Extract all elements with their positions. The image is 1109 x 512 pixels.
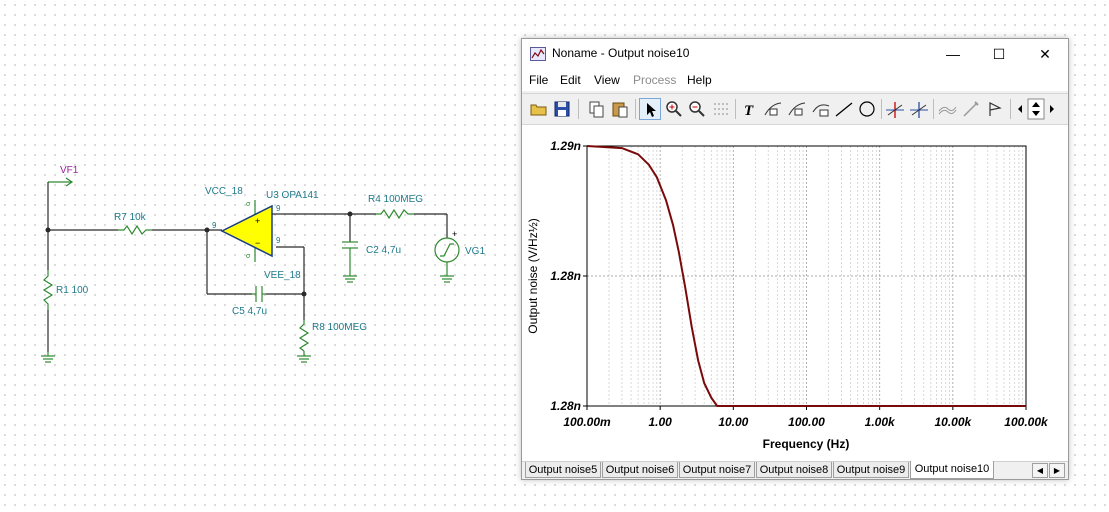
line-tool-icon[interactable] bbox=[833, 98, 855, 120]
x-tick-label: 100.00m bbox=[563, 415, 611, 429]
paste-icon[interactable] bbox=[609, 98, 631, 120]
grid-layer bbox=[587, 146, 1026, 406]
c5-label: C5 4,7u bbox=[232, 306, 267, 317]
noise-chart[interactable]: 100.00m 1.00 10.00 100.00 1.00k 10.00k 100.00k… bbox=[522, 125, 1068, 461]
menu-help[interactable]: Help bbox=[687, 73, 712, 87]
chart-area[interactable]: 100.00m 1.00 10.00 100.00 1.00k 10.00k 100.00k… bbox=[522, 125, 1068, 461]
menu-file[interactable]: File bbox=[529, 73, 548, 87]
pin-label-b: 9 bbox=[276, 204, 281, 213]
window-title: Noname - Output noise10 bbox=[552, 46, 690, 60]
tab-output-noise7[interactable]: Output noise7 bbox=[679, 462, 755, 478]
x-tick-label: 10.00k bbox=[934, 415, 972, 429]
scroll-updown-icon[interactable] bbox=[1027, 98, 1045, 120]
r7-label: R7 10k bbox=[114, 212, 147, 223]
vf1-probe[interactable]: VF1 bbox=[48, 165, 79, 187]
tab-bar: Output noise5 Output noise6 Output noise… bbox=[522, 461, 1068, 479]
x-axis-label: Frequency (Hz) bbox=[763, 437, 850, 451]
r8-resistor[interactable]: R8 100MEG bbox=[298, 320, 367, 356]
cursor-a-icon[interactable] bbox=[884, 98, 906, 120]
open-icon[interactable] bbox=[528, 98, 550, 120]
y-tick-label: 1.29n bbox=[550, 139, 581, 153]
flag-icon[interactable] bbox=[984, 98, 1006, 120]
maximize-button[interactable]: ☐ bbox=[976, 39, 1022, 69]
opamp-minus: − bbox=[255, 238, 260, 248]
pin-label-a: 9 bbox=[212, 221, 217, 230]
vg1-label: VG1 bbox=[465, 246, 485, 257]
save-icon[interactable] bbox=[551, 98, 573, 120]
chart-app-icon bbox=[530, 47, 546, 61]
tab-scroll-right-button[interactable]: ▶ bbox=[1049, 463, 1065, 478]
probe-icon[interactable] bbox=[960, 98, 982, 120]
opamp-sigma-bottom: σ bbox=[246, 253, 251, 260]
zoom-out-icon[interactable] bbox=[686, 98, 708, 120]
tab-output-noise6[interactable]: Output noise6 bbox=[602, 462, 678, 478]
close-button[interactable]: ✕ bbox=[1022, 39, 1068, 69]
pointer-icon[interactable] bbox=[639, 98, 661, 120]
svg-text:T: T bbox=[744, 103, 754, 119]
c5-capacitor[interactable]: C5 4,7u bbox=[232, 286, 267, 317]
ground-symbol-r1 bbox=[41, 352, 55, 363]
pin-label-c: 9 bbox=[276, 236, 281, 245]
toolbar: T bbox=[522, 93, 1068, 125]
x-tick-label: 1.00k bbox=[865, 415, 896, 429]
tab-output-noise5[interactable]: Output noise5 bbox=[525, 462, 601, 478]
grid-icon[interactable] bbox=[710, 98, 732, 120]
x-tick-label: 1.00 bbox=[648, 415, 672, 429]
c2-capacitor[interactable]: C2 4,7u bbox=[342, 214, 401, 276]
tab-output-noise10[interactable]: Output noise10 bbox=[910, 461, 994, 479]
title-bar[interactable]: Noname - Output noise10 — ☐ ✕ bbox=[522, 39, 1068, 69]
vf1-label: VF1 bbox=[60, 165, 79, 176]
tab-scroll-left-button[interactable]: ◀ bbox=[1032, 463, 1048, 478]
vg1-source[interactable]: + VG1 bbox=[434, 229, 485, 276]
ground-symbol-c2 bbox=[343, 275, 357, 283]
vee-label: VEE_18 bbox=[264, 270, 301, 281]
r8-label: R8 100MEG bbox=[312, 322, 367, 333]
c2-label: C2 4,7u bbox=[366, 245, 401, 256]
menu-view[interactable]: View bbox=[594, 73, 620, 87]
r4-label: R4 100MEG bbox=[368, 194, 423, 205]
menu-edit[interactable]: Edit bbox=[560, 73, 581, 87]
circle-tool-icon[interactable] bbox=[856, 98, 878, 120]
menu-bar: File Edit View Process Help bbox=[522, 69, 1068, 91]
tab-output-noise9[interactable]: Output noise9 bbox=[833, 462, 909, 478]
waves-icon[interactable] bbox=[936, 98, 958, 120]
r1-resistor[interactable]: R1 100 bbox=[42, 270, 89, 352]
curve-marker-icon[interactable] bbox=[786, 98, 808, 120]
text-tool-icon[interactable]: T bbox=[738, 98, 760, 120]
axis-label-icon[interactable] bbox=[810, 98, 832, 120]
scroll-right-icon[interactable] bbox=[1046, 98, 1058, 120]
tab-output-noise8[interactable]: Output noise8 bbox=[756, 462, 832, 478]
y-tick-label: 1.28n bbox=[550, 269, 581, 283]
schematic-canvas[interactable]: VF1 R1 100 R7 10k 9 C5 4,7u R8 100MEG + … bbox=[0, 0, 520, 512]
x-tick-label: 100.00 bbox=[788, 415, 825, 429]
zoom-in-icon[interactable] bbox=[663, 98, 685, 120]
vg1-plus: + bbox=[452, 229, 457, 239]
curve-label-icon[interactable] bbox=[762, 98, 784, 120]
x-tick-label: 100.00k bbox=[1004, 415, 1049, 429]
u3-label: U3 OPA141 bbox=[266, 190, 319, 201]
opamp-sigma-top: σ bbox=[246, 201, 251, 208]
scroll-left-icon[interactable] bbox=[1014, 98, 1026, 120]
y-tick-label: 1.28n bbox=[550, 399, 581, 413]
cursor-b-icon[interactable] bbox=[908, 98, 930, 120]
vcc-label: VCC_18 bbox=[205, 186, 243, 197]
x-tick-label: 10.00 bbox=[718, 415, 748, 429]
menu-process[interactable]: Process bbox=[633, 73, 676, 87]
ground-symbol-r8 bbox=[297, 355, 311, 363]
ground-symbol-vg1 bbox=[440, 275, 454, 283]
output-noise-window: Noname - Output noise10 — ☐ ✕ File Edit … bbox=[521, 38, 1069, 480]
r1-label: R1 100 bbox=[56, 285, 89, 296]
y-axis-label: Output noise (V/Hz½) bbox=[526, 218, 540, 333]
copy-icon[interactable] bbox=[585, 98, 607, 120]
u3-opamp[interactable]: + − σ σ U3 OPA141 VCC_18 VEE_18 9 9 bbox=[205, 186, 319, 281]
minimize-button[interactable]: — bbox=[930, 39, 976, 69]
opamp-plus: + bbox=[255, 216, 260, 226]
r7-resistor[interactable]: R7 10k bbox=[114, 212, 152, 236]
